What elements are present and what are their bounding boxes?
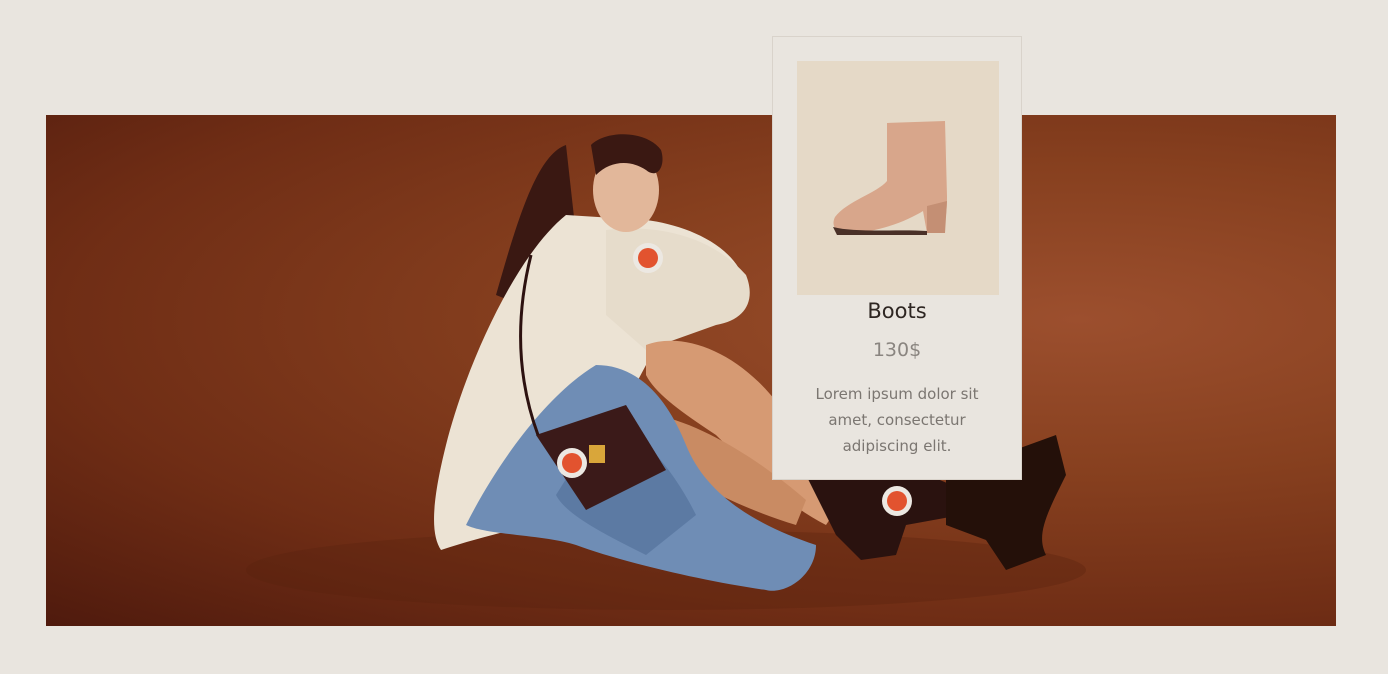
hotspot-dot [638,248,658,268]
product-title: Boots [867,299,927,323]
boot-icon [833,121,947,235]
sweater-hotspot-button[interactable] [633,243,663,273]
lookbook-banner-image [46,115,1336,626]
product-image [797,61,999,295]
lookbook-section: Boots 130$ Lorem ipsum dolor sit amet, c… [0,0,1388,674]
boots-hotspot-button[interactable] [882,486,912,516]
product-card[interactable]: Boots 130$ Lorem ipsum dolor sit amet, c… [772,36,1022,480]
bag-hotspot-button[interactable] [557,448,587,478]
product-price: 130$ [872,339,922,361]
product-description: Lorem ipsum dolor sit amet, consectetur … [815,385,979,455]
model-illustration [246,134,1086,610]
hotspot-dot [887,491,907,511]
hotspot-dot [562,453,582,473]
